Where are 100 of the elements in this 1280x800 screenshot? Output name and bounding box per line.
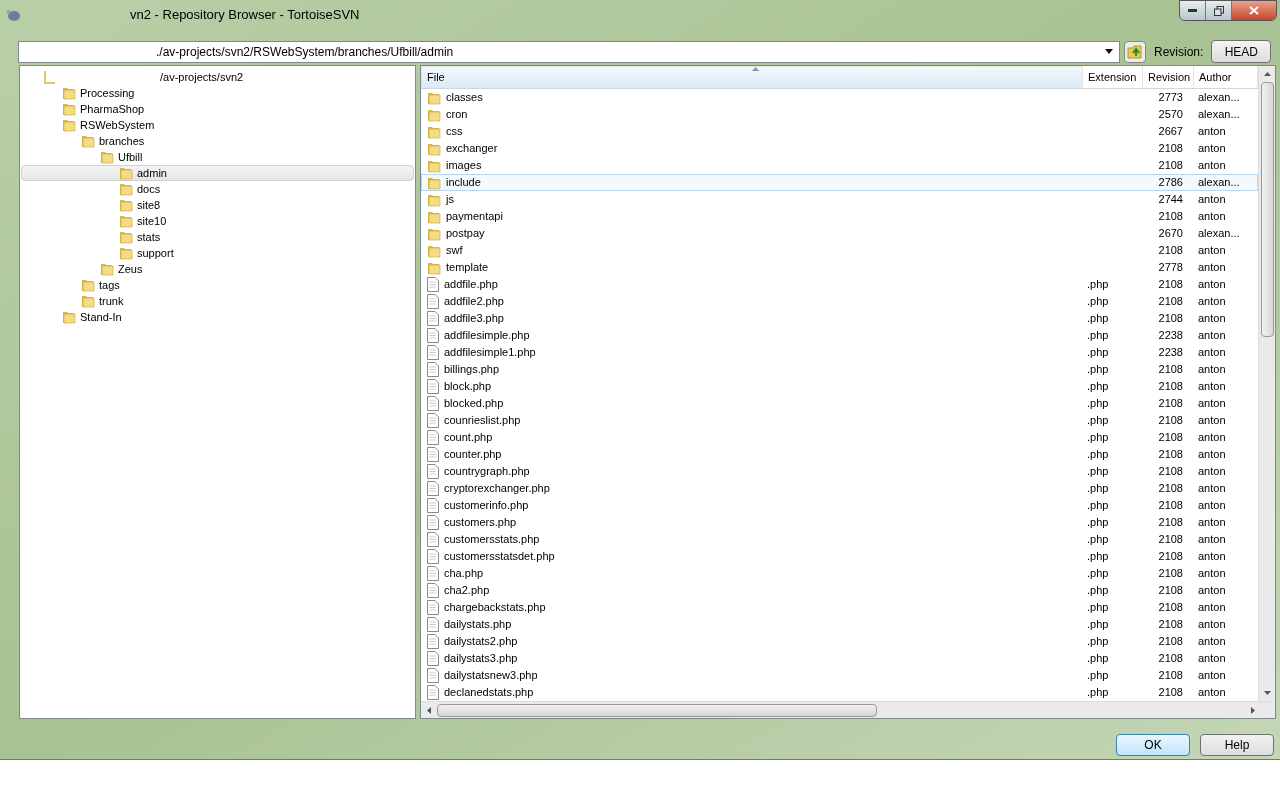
- scroll-down-icon: [1263, 691, 1271, 695]
- extension-cell-text: .php: [1086, 379, 1110, 395]
- tree-item[interactable]: RSWebSystem: [21, 117, 414, 133]
- file-row[interactable]: css 2667 anton: [421, 123, 1258, 140]
- extension-cell-text: .php: [1086, 600, 1110, 616]
- file-row[interactable]: js 2744 anton: [421, 191, 1258, 208]
- file-row[interactable]: images 2108 anton: [421, 157, 1258, 174]
- file-name: blocked.php: [444, 396, 504, 412]
- revision-cell-text: 2108: [1157, 651, 1184, 667]
- document-icon: [427, 617, 439, 632]
- folder-icon: [119, 214, 133, 228]
- file-row[interactable]: addfile3.php .php 2108 anton: [421, 310, 1258, 327]
- folder-icon: [62, 310, 76, 324]
- scroll-thumb[interactable]: [1260, 82, 1274, 337]
- tree-item[interactable]: stats: [21, 229, 414, 245]
- file-row[interactable]: dailystats2.php .php 2108 anton: [421, 633, 1258, 650]
- restore-button[interactable]: [1206, 1, 1232, 20]
- revision-cell-text: 2108: [1157, 209, 1184, 225]
- minimize-button[interactable]: [1180, 1, 1206, 20]
- tree-item[interactable]: tags: [21, 277, 414, 293]
- close-button[interactable]: [1232, 1, 1276, 20]
- revision-cell-text: 2667: [1157, 124, 1184, 140]
- file-row[interactable]: exchanger 2108 anton: [421, 140, 1258, 157]
- document-icon: [427, 532, 439, 547]
- revision-button[interactable]: HEAD: [1211, 40, 1272, 63]
- file-row[interactable]: addfilesimple1.php .php 2238 anton: [421, 344, 1258, 361]
- extension-cell-text: .php: [1086, 396, 1110, 412]
- file-row[interactable]: cha.php .php 2108 anton: [421, 565, 1258, 582]
- file-name: countrygraph.php: [444, 464, 530, 480]
- file-row[interactable]: countrygraph.php .php 2108 anton: [421, 463, 1258, 480]
- tree-item[interactable]: Zeus: [21, 261, 414, 277]
- file-name: addfilesimple1.php: [444, 345, 536, 361]
- file-row[interactable]: swf 2108 anton: [421, 242, 1258, 259]
- file-row[interactable]: addfilesimple.php .php 2238 anton: [421, 327, 1258, 344]
- folder-icon: [427, 90, 441, 105]
- tree-item[interactable]: trunk: [21, 293, 414, 309]
- author-cell-text: anton: [1197, 515, 1227, 531]
- url-combo-box[interactable]: ./av-projects/svn2/RSWebSystem/branches/Ufbill/admin: [18, 40, 1120, 63]
- tree-item[interactable]: site10: [21, 213, 414, 229]
- file-row[interactable]: dailystatsnew3.php .php 2108 anton: [421, 667, 1258, 684]
- file-row[interactable]: customersstats.php .php 2108 anton: [421, 531, 1258, 548]
- file-row[interactable]: customerinfo.php .php 2108 anton: [421, 497, 1258, 514]
- restore-icon: [1213, 5, 1224, 16]
- revision-cell-text: 2108: [1157, 685, 1184, 701]
- help-button[interactable]: Help: [1200, 734, 1274, 756]
- file-row[interactable]: dailystats3.php .php 2108 anton: [421, 650, 1258, 667]
- tree-item[interactable]: /av-projects/svn2: [21, 69, 414, 85]
- extension-cell-text: .php: [1086, 328, 1110, 344]
- horizontal-scrollbar[interactable]: [421, 701, 1275, 718]
- file-row[interactable]: template 2778 anton: [421, 259, 1258, 276]
- up-folder-button[interactable]: [1124, 40, 1146, 63]
- file-row[interactable]: customers.php .php 2108 anton: [421, 514, 1258, 531]
- document-icon: [427, 447, 439, 462]
- file-row[interactable]: cryptorexchanger.php .php 2108 anton: [421, 480, 1258, 497]
- file-row[interactable]: block.php .php 2108 anton: [421, 378, 1258, 395]
- file-row[interactable]: postpay 2670 alexan...: [421, 225, 1258, 242]
- revision-cell-text: 2570: [1157, 107, 1184, 123]
- document-icon: [427, 566, 439, 581]
- scroll-thumb[interactable]: [437, 703, 877, 717]
- tree-item[interactable]: branches: [21, 133, 414, 149]
- revision-cell-text: 2108: [1157, 583, 1184, 599]
- ok-button[interactable]: OK: [1116, 734, 1190, 756]
- tree-item[interactable]: admin: [21, 165, 414, 181]
- file-row[interactable]: counter.php .php 2108 anton: [421, 446, 1258, 463]
- tree-item[interactable]: site8: [21, 197, 414, 213]
- column-header[interactable]: File: [421, 66, 1083, 88]
- tree-item[interactable]: Processing: [21, 85, 414, 101]
- file-row[interactable]: cha2.php .php 2108 anton: [421, 582, 1258, 599]
- vertical-scrollbar[interactable]: [1258, 66, 1275, 701]
- revision-cell-text: 2238: [1157, 345, 1184, 361]
- file-row[interactable]: count.php .php 2108 anton: [421, 429, 1258, 446]
- revision-cell-text: 2108: [1157, 532, 1184, 548]
- document-icon: [427, 362, 439, 377]
- file-row[interactable]: blocked.php .php 2108 anton: [421, 395, 1258, 412]
- tree-item[interactable]: Stand-In: [21, 309, 414, 325]
- tree-item[interactable]: Ufbill: [21, 149, 414, 165]
- file-row[interactable]: chargebackstats.php .php 2108 anton: [421, 599, 1258, 616]
- revision-cell-text: 2238: [1157, 328, 1184, 344]
- tree-item[interactable]: PharmaShop: [21, 101, 414, 117]
- file-row[interactable]: dailystats.php .php 2108 anton: [421, 616, 1258, 633]
- file-row[interactable]: addfile.php .php 2108 anton: [421, 276, 1258, 293]
- file-row[interactable]: cron 2570 alexan...: [421, 106, 1258, 123]
- file-row[interactable]: include 2786 alexan...: [421, 174, 1258, 191]
- file-row[interactable]: declanedstats.php .php 2108 anton: [421, 684, 1258, 701]
- author-cell-text: anton: [1197, 311, 1227, 327]
- file-row[interactable]: counrieslist.php .php 2108 anton: [421, 412, 1258, 429]
- file-row[interactable]: customersstatsdet.php .php 2108 anton: [421, 548, 1258, 565]
- file-name: customersstatsdet.php: [444, 549, 555, 565]
- file-row[interactable]: billings.php .php 2108 anton: [421, 361, 1258, 378]
- file-name: addfilesimple.php: [444, 328, 530, 344]
- folder-icon: [100, 150, 114, 164]
- file-row[interactable]: addfile2.php .php 2108 anton: [421, 293, 1258, 310]
- file-name: exchanger: [446, 141, 498, 157]
- sort-arrow-icon: [752, 67, 759, 71]
- file-row[interactable]: paymentapi 2108 anton: [421, 208, 1258, 225]
- file-row[interactable]: classes 2773 alexan...: [421, 89, 1258, 106]
- document-icon: [427, 549, 439, 564]
- file-name: dailystats3.php: [444, 651, 518, 667]
- tree-item[interactable]: docs: [21, 181, 414, 197]
- tree-item[interactable]: support: [21, 245, 414, 261]
